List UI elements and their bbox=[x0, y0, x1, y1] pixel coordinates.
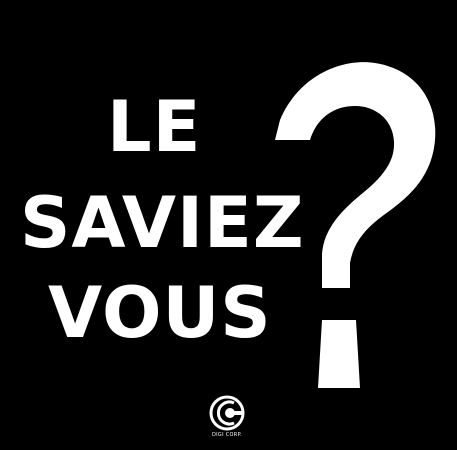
headline-line-2: SAVIEZ bbox=[20, 182, 305, 264]
digi-corp-logo-icon bbox=[209, 395, 245, 431]
headline-line-1: LE bbox=[107, 86, 202, 168]
logo-text: DIGI CORP. bbox=[212, 432, 242, 438]
company-logo: DIGI CORP. bbox=[204, 394, 250, 446]
question-mark-icon: ? bbox=[275, 62, 436, 388]
headline-line-3: VOUS bbox=[48, 272, 272, 354]
